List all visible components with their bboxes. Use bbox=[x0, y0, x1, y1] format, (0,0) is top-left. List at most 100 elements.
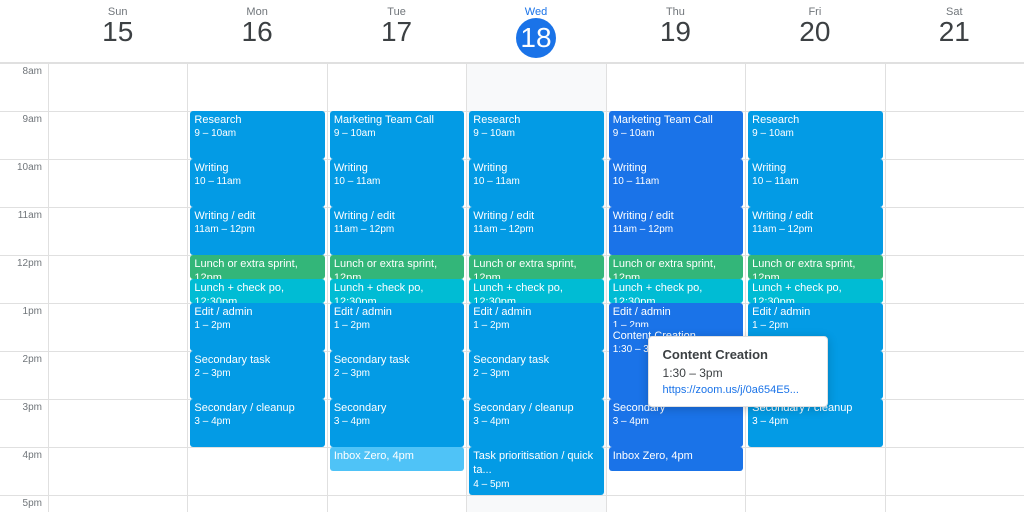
event-item[interactable]: Secondary / cleanup3 – 4pm bbox=[469, 399, 603, 447]
event-item[interactable]: Lunch or extra sprint, 12pm bbox=[190, 255, 324, 279]
event-time: 9 – 10am bbox=[473, 127, 599, 140]
event-item[interactable]: Lunch + check po, 12:30pm bbox=[330, 279, 464, 303]
event-item[interactable]: Writing / edit11am – 12pm bbox=[469, 207, 603, 255]
event-title: Edit / admin bbox=[613, 305, 739, 319]
event-item[interactable]: Inbox Zero, 4pm bbox=[609, 447, 743, 471]
event-title: Secondary bbox=[334, 401, 460, 415]
event-item[interactable]: Lunch + check po, 12:30pm bbox=[748, 279, 882, 303]
event-item[interactable]: Lunch or extra sprint, 12pm bbox=[469, 255, 603, 279]
event-item[interactable]: Lunch or extra sprint, 12pm bbox=[330, 255, 464, 279]
event-item[interactable]: Edit / admin1 – 2pm bbox=[190, 303, 324, 351]
event-item[interactable]: Writing10 – 11am bbox=[190, 159, 324, 207]
hour-line bbox=[49, 303, 187, 304]
event-title: Lunch or extra sprint, 12pm bbox=[752, 257, 878, 279]
header-day-20: Fri20 bbox=[745, 0, 884, 62]
hour-line bbox=[49, 447, 187, 448]
hour-line bbox=[49, 399, 187, 400]
event-time: 1 – 2pm bbox=[752, 319, 878, 332]
event-title: Writing bbox=[194, 161, 320, 175]
event-title: Edit / admin bbox=[473, 305, 599, 319]
day-col-sat bbox=[885, 63, 1024, 512]
hour-line bbox=[746, 447, 884, 448]
event-time: 10 – 11am bbox=[334, 175, 460, 188]
hour-line bbox=[49, 255, 187, 256]
event-item[interactable]: Lunch + check po, 12:30pm bbox=[190, 279, 324, 303]
event-time: 9 – 10am bbox=[194, 127, 320, 140]
hour-line bbox=[49, 159, 187, 160]
event-title: Lunch + check po, 12:30pm bbox=[752, 281, 878, 303]
hour-line bbox=[886, 303, 1024, 304]
event-time: 9 – 10am bbox=[613, 127, 739, 140]
day-col-tue: Marketing Team Call9 – 10amWriting10 – 1… bbox=[327, 63, 466, 512]
event-title: Research bbox=[752, 113, 878, 127]
hour-line bbox=[886, 255, 1024, 256]
hour-line bbox=[607, 63, 745, 64]
event-time: 10 – 11am bbox=[473, 175, 599, 188]
event-title: Lunch or extra sprint, 12pm bbox=[194, 257, 320, 279]
event-item[interactable]: Writing10 – 11am bbox=[330, 159, 464, 207]
event-time: 11am – 12pm bbox=[473, 223, 599, 236]
event-title: Writing bbox=[473, 161, 599, 175]
hour-line bbox=[886, 447, 1024, 448]
header-day-21: Sat21 bbox=[885, 0, 1024, 62]
tooltip-time: 1:30 – 3pm bbox=[663, 366, 813, 380]
header-day-16: Mon16 bbox=[187, 0, 326, 62]
event-item[interactable]: Writing / edit11am – 12pm bbox=[330, 207, 464, 255]
header-day-15: Sun15 bbox=[48, 0, 187, 62]
event-item[interactable]: Edit / admin1 – 2pm bbox=[469, 303, 603, 351]
event-title: Edit / admin bbox=[752, 305, 878, 319]
header-day-17: Tue17 bbox=[327, 0, 466, 62]
event-item[interactable]: Inbox Zero, 4pm bbox=[330, 447, 464, 471]
tooltip-link[interactable]: https://zoom.us/j/0a654E5... bbox=[663, 384, 813, 396]
event-item[interactable]: Writing / edit11am – 12pm bbox=[748, 207, 882, 255]
gmt-label bbox=[0, 0, 48, 62]
hour-line bbox=[49, 495, 187, 496]
hour-line bbox=[886, 399, 1024, 400]
event-item[interactable]: Lunch + check po, 12:30pm bbox=[469, 279, 603, 303]
event-title: Lunch or extra sprint, 12pm bbox=[334, 257, 460, 279]
event-title: Task prioritisation / quick ta... bbox=[473, 449, 599, 478]
event-item[interactable]: Writing10 – 11am bbox=[469, 159, 603, 207]
event-item[interactable]: Secondary task2 – 3pm bbox=[469, 351, 603, 399]
grid-wrapper: Research9 – 10amWriting10 – 11amWriting … bbox=[48, 63, 1024, 512]
event-title: Inbox Zero, 4pm bbox=[334, 449, 460, 463]
event-title: Research bbox=[473, 113, 599, 127]
day-col-thu: Marketing Team Call9 – 10amWriting10 – 1… bbox=[606, 63, 745, 512]
event-time: 3 – 4pm bbox=[334, 415, 460, 428]
event-item[interactable]: Lunch + check po, 12:30pm bbox=[609, 279, 743, 303]
event-item[interactable]: Writing10 – 11am bbox=[748, 159, 882, 207]
event-item[interactable]: Marketing Team Call9 – 10am bbox=[609, 111, 743, 159]
hour-line bbox=[328, 63, 466, 64]
event-item[interactable]: Edit / admin1 – 2pm bbox=[330, 303, 464, 351]
event-title: Secondary / cleanup bbox=[194, 401, 320, 415]
event-item[interactable]: Lunch or extra sprint, 12pm bbox=[609, 255, 743, 279]
hour-line bbox=[328, 495, 466, 496]
event-item[interactable]: Secondary / cleanup3 – 4pm bbox=[190, 399, 324, 447]
event-item[interactable]: Research9 – 10am bbox=[469, 111, 603, 159]
event-title: Secondary task bbox=[473, 353, 599, 367]
event-item[interactable]: Writing / edit11am – 12pm bbox=[190, 207, 324, 255]
event-title: Secondary / cleanup bbox=[473, 401, 599, 415]
hour-line bbox=[886, 111, 1024, 112]
hour-line bbox=[188, 495, 326, 496]
time-column: 8am9am10am11am12pm1pm2pm3pm4pm5pm bbox=[0, 63, 48, 512]
event-title: Lunch + check po, 12:30pm bbox=[473, 281, 599, 303]
event-time: 3 – 4pm bbox=[473, 415, 599, 428]
event-time: 11am – 12pm bbox=[194, 223, 320, 236]
event-title: Marketing Team Call bbox=[334, 113, 460, 127]
calendar: Sun15Mon16Tue17Wed18Thu19Fri20Sat21 8am9… bbox=[0, 0, 1024, 512]
event-title: Writing / edit bbox=[194, 209, 320, 223]
event-item[interactable]: Secondary task2 – 3pm bbox=[190, 351, 324, 399]
event-item[interactable]: Writing / edit11am – 12pm bbox=[609, 207, 743, 255]
event-item[interactable]: Research9 – 10am bbox=[190, 111, 324, 159]
event-item[interactable]: Lunch or extra sprint, 12pm bbox=[748, 255, 882, 279]
event-item[interactable]: Secondary3 – 4pm bbox=[330, 399, 464, 447]
event-title: Lunch or extra sprint, 12pm bbox=[613, 257, 739, 279]
event-item[interactable]: Research9 – 10am bbox=[748, 111, 882, 159]
event-time: 10 – 11am bbox=[194, 175, 320, 188]
event-item[interactable]: Secondary task2 – 3pm bbox=[330, 351, 464, 399]
event-item[interactable]: Task prioritisation / quick ta...4 – 5pm bbox=[469, 447, 603, 495]
event-item[interactable]: Writing10 – 11am bbox=[609, 159, 743, 207]
event-item[interactable]: Marketing Team Call9 – 10am bbox=[330, 111, 464, 159]
time-label-4pm: 4pm bbox=[0, 447, 48, 495]
